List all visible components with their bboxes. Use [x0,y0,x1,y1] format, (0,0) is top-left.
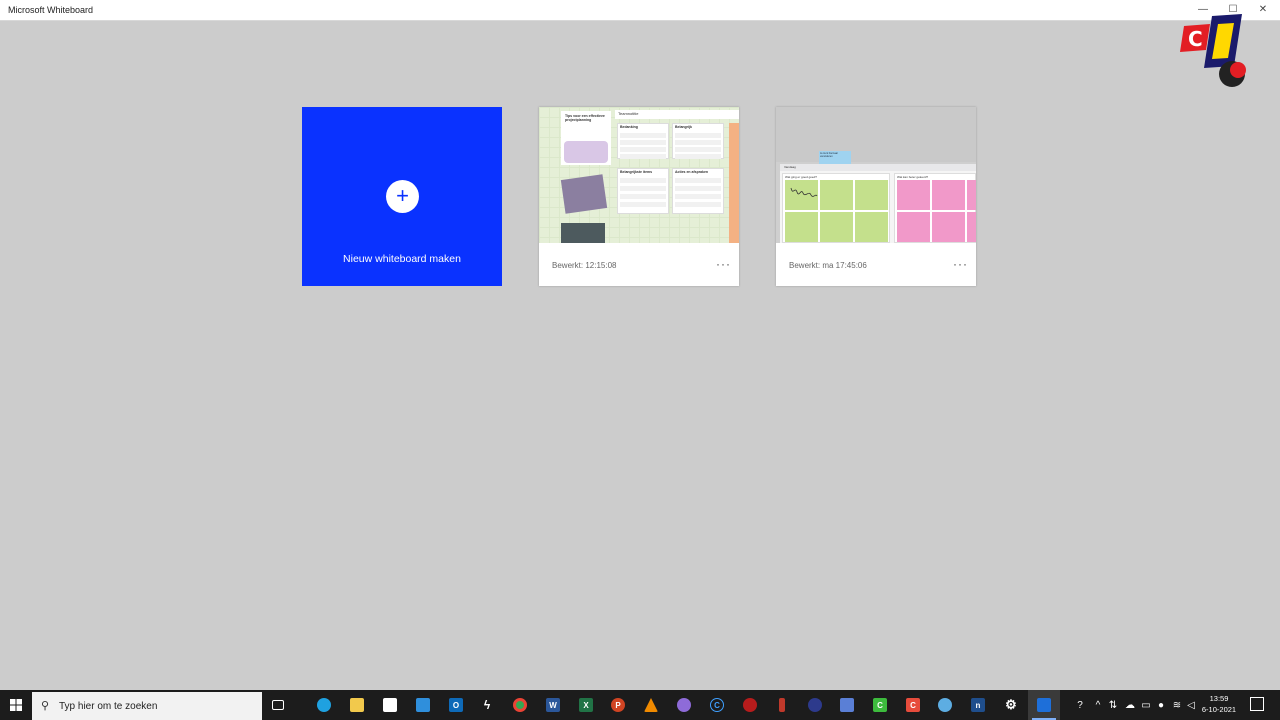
cloud-icon[interactable]: ☁ [1122,690,1138,720]
blue-app-icon[interactable]: n [962,690,994,720]
microphone-icon[interactable]: ● [1154,690,1168,720]
thumbnail-note: Je kunt hiernaar veranderen [819,151,851,165]
more-options-button[interactable]: ··· [716,257,731,271]
red-app-icon[interactable] [734,690,766,720]
chrome-icon[interactable] [504,690,536,720]
purple-app-icon[interactable] [668,690,700,720]
vlc-icon[interactable] [635,690,667,720]
outlook-icon[interactable]: O [440,690,472,720]
new-whiteboard-card[interactable]: + Nieuw whiteboard maken [302,107,502,286]
file-explorer-icon[interactable] [341,690,373,720]
channel-logo: C [1180,14,1246,87]
thumbnail-topbar: Teamnotitie [615,110,739,119]
svg-text:C: C [1188,27,1203,51]
network-icon[interactable]: ⇅ [1106,690,1120,720]
new-whiteboard-label: Nieuw whiteboard maken [343,253,461,265]
last-edited-label: Bewerkt: 12:15:08 [552,261,617,270]
close-button[interactable]: ✕ [1256,4,1270,15]
chevron-up-icon[interactable]: ^ [1091,690,1105,720]
settings-icon[interactable]: ⚙ [995,690,1027,720]
last-edited-label: Bewerkt: ma 17:45:06 [789,261,867,270]
thumbnail-photo [561,223,605,243]
window-title: Microsoft Whiteboard [8,5,94,15]
thumbnail-panel: Belangrijk [672,123,724,159]
thumbnail-panel: Bedanking [617,123,669,159]
taskbar: ⚲ Typ hier om te zoeken O ϟ W X P C C C … [0,690,1280,720]
globe-app-icon[interactable] [799,690,831,720]
thumbnail-section: Wat ging er goed goed? [782,173,890,243]
plus-icon: + [386,180,419,213]
word-icon[interactable]: W [537,690,569,720]
title-bar: Microsoft Whiteboard — ☐ ✕ [0,0,1280,21]
whiteboard-card-2[interactable]: Je kunt hiernaar veranderen Vandaag Wat … [776,107,976,286]
taskbar-search-box[interactable]: ⚲ Typ hier om te zoeken [32,692,262,720]
start-button[interactable] [0,690,32,720]
tool-app-icon[interactable] [766,690,798,720]
whiteboard-thumbnail: Je kunt hiernaar veranderen Vandaag Wat … [776,107,976,243]
circle-app-icon[interactable] [929,690,961,720]
device-app-icon[interactable] [831,690,863,720]
thumbnail-photo [560,174,608,214]
notification-icon[interactable] [1250,697,1264,711]
wifi-icon[interactable]: ≋ [1170,690,1184,720]
whiteboard-app-icon[interactable] [1028,690,1060,720]
powerpoint-icon[interactable]: P [602,690,634,720]
search-icon: ⚲ [41,700,50,712]
red-square-app-icon[interactable]: C [897,690,929,720]
green-app-icon[interactable]: C [864,690,896,720]
thumbnail-panel: Belangrijkste items [617,168,669,214]
thumbnail-panel: Acties en afspraken [672,168,724,214]
more-options-button[interactable]: ··· [953,257,968,271]
whiteboard-card-1[interactable]: Tips voor een effectieve projectplanning… [539,107,739,286]
handwriting-scribble [790,187,818,197]
whiteboard-thumbnail: Tips voor een effectieve projectplanning… [539,107,739,243]
mail-icon[interactable] [407,690,439,720]
excel-icon[interactable]: X [570,690,602,720]
system-clock[interactable]: 13:59 6-10-2021 [1196,693,1242,715]
edge-icon[interactable] [308,690,340,720]
thumbnail-section: Wat kan beter geleerd? [894,173,976,243]
search-placeholder: Typ hier om te zoeken [59,701,158,712]
help-icon[interactable]: ? [1071,690,1089,720]
task-view-icon[interactable] [262,690,294,720]
windows-icon [10,699,22,711]
c-app-icon[interactable]: C [701,690,733,720]
clock-time: 13:59 [1209,694,1229,703]
thumbnail-header: Vandaag [780,164,976,171]
battery-icon[interactable]: ▭ [1138,690,1154,720]
clock-date: 6-10-2021 [1201,705,1237,714]
thumbnail-tips-paper: Tips voor een effectieve projectplanning [561,111,611,165]
bolt-app-icon[interactable]: ϟ [471,690,503,720]
store-icon[interactable] [374,690,406,720]
